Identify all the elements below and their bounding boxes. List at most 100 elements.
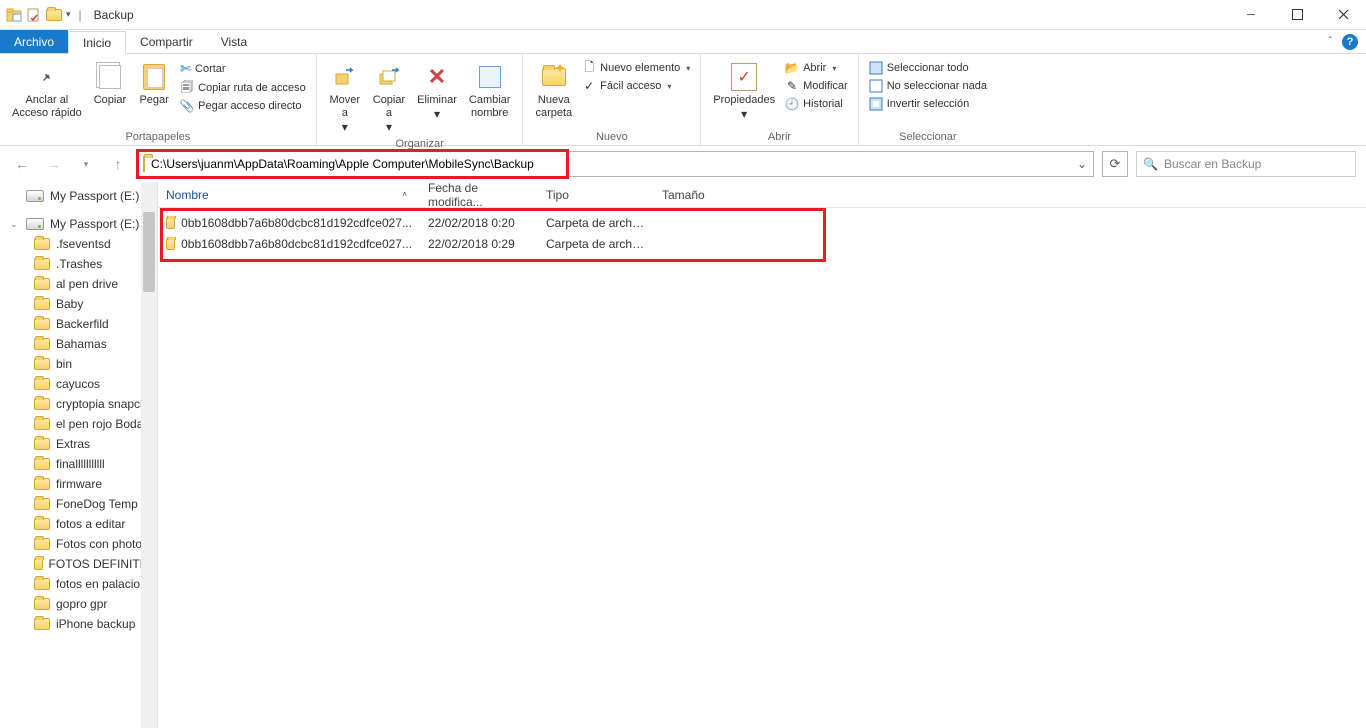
- delete-button[interactable]: ✕ Eliminar ▾: [411, 58, 463, 123]
- properties-button[interactable]: ✓ Propiedades ▾: [707, 58, 781, 123]
- sidebar-folder[interactable]: al pen drive: [0, 274, 157, 294]
- ribbon-collapse-icon[interactable]: ˆ: [1329, 36, 1332, 47]
- edit-button[interactable]: ✎Modificar: [781, 78, 852, 94]
- sidebar-folder[interactable]: FOTOS DEFINITIV: [0, 554, 157, 574]
- select-none-icon: [869, 79, 883, 93]
- properties-qat-icon[interactable]: [26, 7, 42, 23]
- sidebar-folder[interactable]: Baby: [0, 294, 157, 314]
- tab-file[interactable]: Archivo: [0, 30, 68, 53]
- ribbon-tabs: Archivo Inicio Compartir Vista ˆ ?: [0, 30, 1366, 54]
- group-clipboard: Anclar al Acceso rápido Copiar Pegar ✄Co…: [0, 54, 317, 145]
- select-all-icon: [869, 61, 883, 75]
- sidebar-item-label: Fotos con photo: [56, 537, 142, 551]
- column-name[interactable]: Nombre˄: [158, 182, 420, 207]
- quick-access-toolbar: ▾ | Backup: [0, 7, 134, 23]
- close-button[interactable]: [1320, 0, 1366, 30]
- easy-access-button[interactable]: ✓Fácil acceso▾: [578, 78, 694, 94]
- copy-button[interactable]: Copiar: [88, 58, 132, 109]
- sidebar-item-label: FOTOS DEFINITIV: [49, 557, 151, 571]
- sidebar-scrollbar[interactable]: [141, 182, 157, 728]
- address-input[interactable]: [149, 153, 1071, 175]
- sidebar-item-label: cayucos: [56, 377, 100, 391]
- open-button[interactable]: 📂Abrir▾: [781, 60, 852, 76]
- chevron-down-icon: ▾: [667, 82, 671, 91]
- invert-selection-button[interactable]: Invertir selección: [865, 96, 991, 112]
- sidebar-folder[interactable]: cryptopia snapch: [0, 394, 157, 414]
- sidebar-item-label: Extras: [56, 437, 90, 451]
- sidebar-folder[interactable]: fotos a editar: [0, 514, 157, 534]
- sidebar-folder[interactable]: el pen rojo Boda: [0, 414, 157, 434]
- pin-label: Anclar al Acceso rápido: [12, 94, 82, 120]
- maximize-button[interactable]: [1274, 0, 1320, 30]
- back-button[interactable]: ←: [10, 152, 34, 176]
- invert-icon: [869, 97, 883, 111]
- sidebar-folder[interactable]: iPhone backup: [0, 614, 157, 634]
- group-select-label: Seleccionar: [865, 129, 991, 143]
- column-type[interactable]: Tipo: [538, 182, 654, 207]
- sidebar-folder[interactable]: Backerfild: [0, 314, 157, 334]
- column-size[interactable]: Tamaño: [654, 182, 734, 207]
- search-box[interactable]: 🔍 Buscar en Backup: [1136, 151, 1356, 177]
- copy-path-button[interactable]: 🗐Copiar ruta de acceso: [176, 80, 310, 96]
- history-button[interactable]: 🕘Historial: [781, 96, 852, 112]
- sidebar-item-label: .Trashes: [56, 257, 102, 271]
- column-headers: Nombre˄ Fecha de modifica... Tipo Tamaño: [158, 182, 1366, 208]
- chevron-down-icon: ▾: [342, 120, 348, 134]
- folder-icon: [34, 398, 50, 410]
- tab-home[interactable]: Inicio: [68, 31, 126, 54]
- address-bar[interactable]: ⌄: [138, 151, 1094, 177]
- help-icon[interactable]: ?: [1342, 34, 1358, 50]
- sidebar-folder[interactable]: Extras: [0, 434, 157, 454]
- column-date[interactable]: Fecha de modifica...: [420, 182, 538, 207]
- sidebar-item-label: .fseventsd: [56, 237, 111, 251]
- chevron-down-icon: ▾: [832, 64, 836, 73]
- new-folder-button[interactable]: ✦ Nueva carpeta: [529, 58, 578, 122]
- rename-button[interactable]: Cambiar nombre: [463, 58, 517, 122]
- sidebar-folder[interactable]: fotos en palacio: [0, 574, 157, 594]
- sidebar-item-label: al pen drive: [56, 277, 118, 291]
- sidebar-folder[interactable]: Bahamas: [0, 334, 157, 354]
- sidebar-folder[interactable]: finalllllllllll: [0, 454, 157, 474]
- sidebar-folder[interactable]: bin: [0, 354, 157, 374]
- main-area: My Passport (E:) ⌄ My Passport (E:) .fse…: [0, 182, 1366, 728]
- table-row[interactable]: 0bb1608dbb7a6b80dcbc81d192cdfce027...22/…: [158, 212, 1366, 233]
- sidebar-folder[interactable]: .Trashes: [0, 254, 157, 274]
- rename-icon: [479, 66, 501, 88]
- select-none-button[interactable]: No seleccionar nada: [865, 78, 991, 94]
- minimize-button[interactable]: ─: [1228, 0, 1274, 30]
- address-dropdown-icon[interactable]: ⌄: [1071, 157, 1093, 171]
- copy-to-button[interactable]: Copiar a ▾: [367, 58, 411, 136]
- sidebar-drive[interactable]: My Passport (E:): [0, 186, 157, 206]
- tab-view[interactable]: Vista: [207, 30, 261, 53]
- sidebar-drive[interactable]: ⌄ My Passport (E:): [0, 214, 157, 234]
- move-to-button[interactable]: Mover a ▾: [323, 58, 367, 136]
- paste-button[interactable]: Pegar: [132, 58, 176, 109]
- folder-icon: [34, 558, 43, 570]
- table-row[interactable]: 0bb1608dbb7a6b80dcbc81d192cdfce027...22/…: [158, 233, 1366, 254]
- file-date: 22/02/2018 0:20: [420, 216, 538, 230]
- sidebar-folder[interactable]: gopro gpr: [0, 594, 157, 614]
- group-select: Seleccionar todo No seleccionar nada Inv…: [859, 54, 997, 145]
- scrollbar-thumb[interactable]: [143, 212, 155, 292]
- folder-icon: [34, 378, 50, 390]
- paste-shortcut-button[interactable]: 📎Pegar acceso directo: [176, 98, 310, 114]
- folder-qat-icon[interactable]: [46, 7, 62, 23]
- up-button[interactable]: ↑: [106, 152, 130, 176]
- pin-quick-access-button[interactable]: Anclar al Acceso rápido: [6, 58, 88, 122]
- move-icon: [334, 66, 356, 88]
- drive-icon: [26, 190, 44, 202]
- cut-button[interactable]: ✄Cortar: [176, 60, 310, 78]
- sidebar-folder[interactable]: firmware: [0, 474, 157, 494]
- qat-dropdown-icon[interactable]: ▾: [66, 9, 71, 20]
- sidebar-folder[interactable]: FoneDog Temp: [0, 494, 157, 514]
- sidebar-folder[interactable]: cayucos: [0, 374, 157, 394]
- recent-chevron-icon[interactable]: ▾: [74, 152, 98, 176]
- select-all-button[interactable]: Seleccionar todo: [865, 60, 991, 76]
- new-item-button[interactable]: 🗋Nuevo elemento▾: [578, 60, 694, 76]
- refresh-button[interactable]: ⟳: [1102, 151, 1128, 177]
- forward-button[interactable]: →: [42, 152, 66, 176]
- sidebar-folder[interactable]: Fotos con photo: [0, 534, 157, 554]
- sidebar-folder[interactable]: .fseventsd: [0, 234, 157, 254]
- sidebar-item-label: finalllllllllll: [56, 457, 105, 471]
- tab-share[interactable]: Compartir: [126, 30, 207, 53]
